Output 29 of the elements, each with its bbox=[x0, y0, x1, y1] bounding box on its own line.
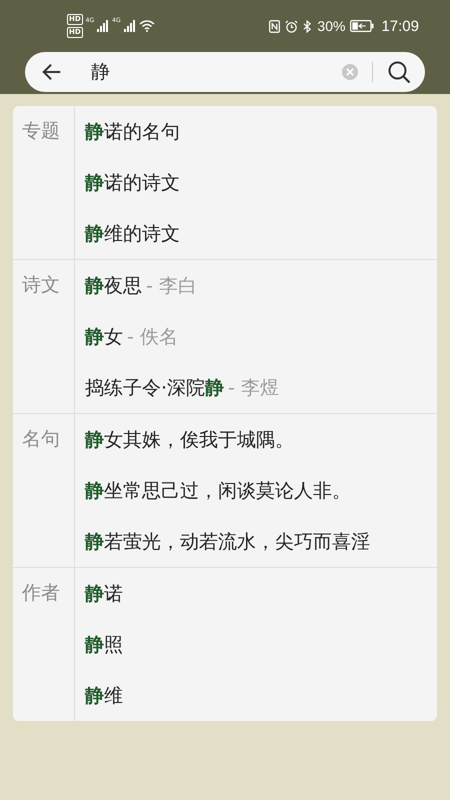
battery-icon bbox=[350, 20, 374, 32]
result-item[interactable]: 静女 - 佚名 bbox=[85, 311, 437, 362]
result-item[interactable]: 静夜思 - 李白 bbox=[85, 260, 437, 311]
result-item[interactable]: 静诺的名句 bbox=[85, 106, 437, 157]
result-item[interactable]: 静坐常思己过，闲谈莫论人非。 bbox=[85, 465, 437, 516]
back-arrow-icon[interactable] bbox=[41, 61, 63, 83]
wifi-icon bbox=[138, 20, 155, 32]
signal-icon bbox=[124, 20, 136, 32]
search-icon[interactable] bbox=[387, 60, 411, 84]
result-item[interactable]: 静若萤光，动若流水，尖巧而喜淫 bbox=[85, 516, 437, 567]
result-item[interactable]: 静诺的诗文 bbox=[85, 157, 437, 208]
result-item[interactable]: 静女其姝，俟我于城隅。 bbox=[85, 414, 437, 465]
section-label: 诗文 bbox=[22, 274, 60, 296]
nfc-icon bbox=[269, 20, 280, 32]
battery-percent: 30% bbox=[317, 18, 346, 34]
section-label: 作者 bbox=[22, 582, 60, 604]
result-item[interactable]: 捣练子令·深院静 - 李煜 bbox=[85, 362, 437, 413]
search-value: 静 bbox=[91, 60, 111, 85]
result-item[interactable]: 静维的诗文 bbox=[85, 208, 437, 259]
clock-time: 17:09 bbox=[381, 18, 419, 34]
result-item[interactable]: 静诺 bbox=[85, 568, 437, 619]
section-label: 专题 bbox=[22, 120, 60, 142]
result-item[interactable]: 静维 bbox=[85, 670, 437, 721]
section-label: 名句 bbox=[22, 428, 60, 450]
alarm-icon bbox=[285, 20, 298, 32]
result-item[interactable]: 静照 bbox=[85, 619, 437, 670]
signal-icon bbox=[97, 20, 110, 32]
bluetooth-icon bbox=[303, 20, 312, 32]
search-field[interactable]: 静 bbox=[25, 52, 425, 92]
